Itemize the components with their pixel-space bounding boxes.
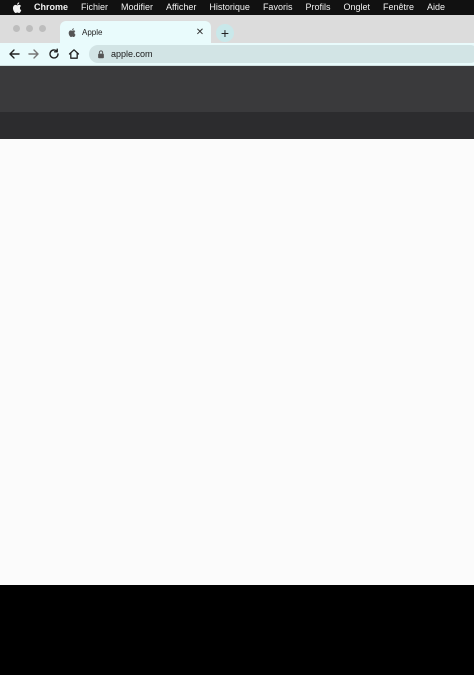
tab-strip: Apple ✕ + bbox=[0, 15, 474, 43]
browser-toolbar: apple.com bbox=[0, 43, 474, 66]
menu-fenetre[interactable]: Fenêtre bbox=[383, 0, 414, 15]
apple-icon bbox=[68, 27, 76, 37]
page-content-area bbox=[0, 139, 474, 585]
menu-afficher[interactable]: Afficher bbox=[166, 0, 196, 15]
reload-button[interactable] bbox=[46, 46, 62, 62]
back-button[interactable] bbox=[6, 46, 22, 62]
home-button[interactable] bbox=[66, 46, 82, 62]
page-sub-nav bbox=[0, 112, 474, 139]
address-bar[interactable]: apple.com bbox=[89, 45, 474, 63]
close-tab-icon[interactable]: ✕ bbox=[194, 26, 206, 38]
menu-onglet[interactable]: Onglet bbox=[343, 0, 370, 15]
close-window-button[interactable] bbox=[13, 25, 20, 32]
zoom-window-button[interactable] bbox=[39, 25, 46, 32]
arrow-right-icon bbox=[28, 49, 39, 59]
arrow-left-icon bbox=[9, 49, 20, 59]
reload-icon bbox=[49, 48, 59, 59]
tab-title: Apple bbox=[82, 27, 103, 37]
menu-fichier[interactable]: Fichier bbox=[81, 0, 108, 15]
lock-icon[interactable] bbox=[97, 49, 105, 59]
menu-chrome[interactable]: Chrome bbox=[34, 0, 68, 15]
home-icon bbox=[68, 49, 80, 59]
menu-bar: Chrome Fichier Modifier Afficher Histori… bbox=[0, 0, 474, 15]
menu-favoris[interactable]: Favoris bbox=[263, 0, 293, 15]
menu-historique[interactable]: Historique bbox=[209, 0, 250, 15]
screen: Chrome Fichier Modifier Afficher Histori… bbox=[0, 0, 474, 675]
url-text[interactable]: apple.com bbox=[111, 49, 153, 59]
new-tab-button[interactable]: + bbox=[216, 24, 234, 42]
tab-apple[interactable]: Apple ✕ bbox=[60, 21, 211, 43]
forward-button[interactable] bbox=[26, 46, 42, 62]
page-global-nav bbox=[0, 66, 474, 112]
minimize-window-button[interactable] bbox=[26, 25, 33, 32]
menu-modifier[interactable]: Modifier bbox=[121, 0, 153, 15]
menu-aide[interactable]: Aide bbox=[427, 0, 445, 15]
apple-menu-icon[interactable] bbox=[12, 2, 22, 13]
page-footer bbox=[0, 585, 474, 675]
menu-profils[interactable]: Profils bbox=[305, 0, 330, 15]
plus-icon: + bbox=[220, 25, 230, 41]
